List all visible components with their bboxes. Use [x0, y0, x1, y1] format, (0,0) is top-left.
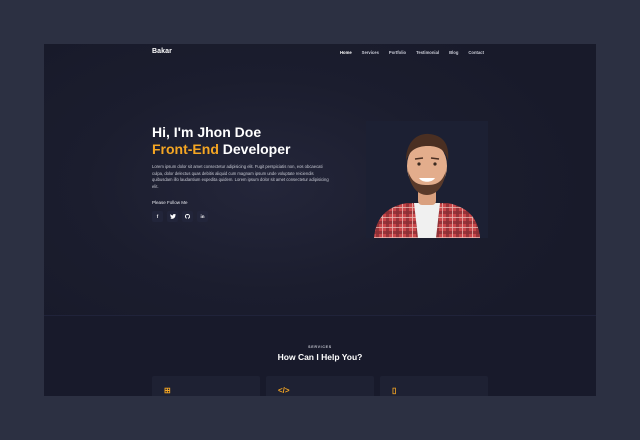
service-card[interactable]: ▯ [380, 376, 488, 396]
page-frame: Bakar Home Services Portfolio Testimonia… [44, 44, 596, 396]
nav-item-home[interactable]: Home [340, 50, 352, 55]
facebook-icon[interactable]: f [152, 211, 163, 223]
services-section: SERVICES How Can I Help You? ⊞ </> ▯ [44, 316, 596, 396]
hero-description: Lorem ipsum dolor sit amet consectetur a… [152, 164, 329, 189]
profile-photo [366, 121, 488, 238]
services-title: How Can I Help You? [277, 352, 363, 362]
service-card[interactable]: ⊞ [152, 376, 260, 396]
service-card[interactable]: </> [266, 376, 374, 396]
site-logo[interactable]: Bakar [152, 48, 172, 55]
services-eyebrow: SERVICES [308, 345, 332, 349]
linkedin-icon[interactable]: in [197, 211, 208, 223]
nav-item-testimonial[interactable]: Testimonial [416, 50, 439, 55]
nav-item-contact[interactable]: Contact [468, 50, 484, 55]
layout-icon: ⊞ [164, 386, 171, 395]
nav-item-services[interactable]: Services [362, 50, 379, 55]
follow-label: Please Follow Me [152, 200, 188, 206]
hero-role-rest: Developer [218, 141, 291, 157]
nav-item-blog[interactable]: Blog [449, 50, 458, 55]
social-links: f in [152, 211, 342, 223]
mobile-icon: ▯ [392, 386, 397, 395]
navbar: Bakar Home Services Portfolio Testimonia… [44, 44, 596, 64]
hero-role-accent: Front-End [152, 141, 219, 157]
hero-intro: Hi, I'm Jhon Doe Front-End Developer Lor… [152, 124, 342, 223]
nav-item-portfolio[interactable]: Portfolio [389, 50, 406, 55]
hero-greeting: Hi, I'm Jhon Doe [152, 124, 262, 140]
twitter-icon[interactable] [167, 211, 178, 223]
nav-menu: Home Services Portfolio Testimonial Blog… [340, 50, 484, 55]
github-icon[interactable] [182, 211, 193, 223]
code-icon: </> [278, 386, 290, 395]
hero-role: Front-End Developer [152, 141, 342, 158]
